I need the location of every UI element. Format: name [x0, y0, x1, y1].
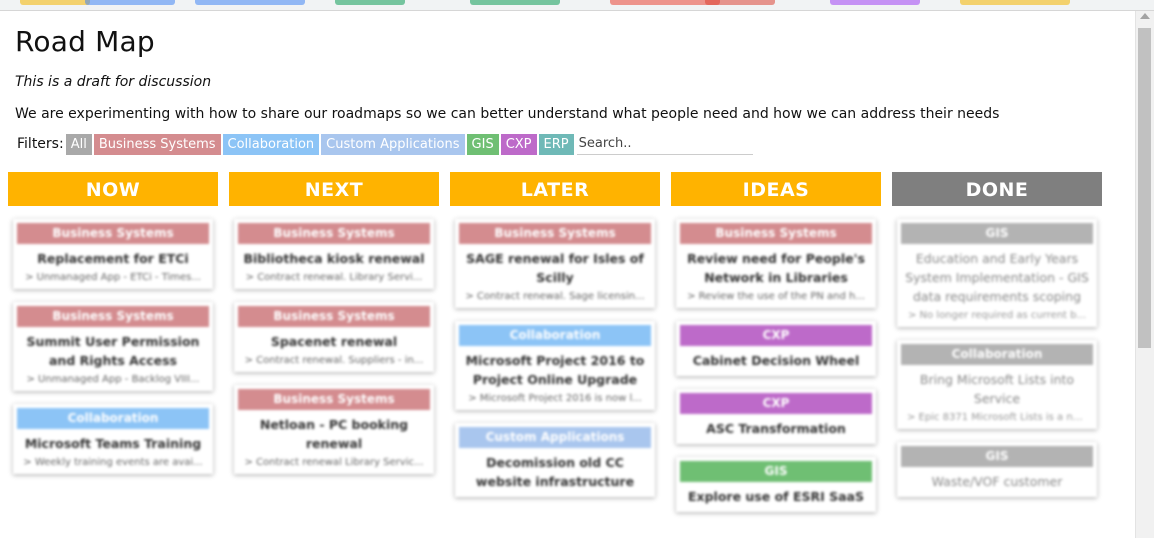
bookmark-item[interactable] [705, 0, 775, 5]
filter-chip-gis[interactable]: GIS [466, 133, 499, 155]
draft-note: This is a draft for discussion [15, 74, 212, 90]
card-title: Spacenet renewal [270, 334, 398, 349]
vertical-scrollbar[interactable] [1135, 11, 1154, 538]
roadmap-card[interactable]: Business Systems Summit User Permission a… [13, 302, 213, 391]
card-title: Cabinet Decision Wheel [692, 353, 860, 368]
roadmap-card[interactable]: Business Systems Netloan - PC booking ren… [234, 385, 434, 474]
filter-chip-cxp[interactable]: CXP [500, 133, 537, 155]
scroll-up-arrow-icon[interactable] [1140, 13, 1150, 19]
roadmap-card[interactable]: Business Systems Replacement for ETCi > Un… [13, 219, 213, 289]
roadmap-card[interactable]: GIS Explore use of ESRI SaaS [676, 457, 876, 512]
roadmap-card[interactable]: GIS Education and Early Years System Impl… [897, 219, 1097, 327]
column-now: NOW Business Systems Replacement for ETCi >… [8, 172, 218, 474]
bookmark-item[interactable] [85, 0, 175, 5]
column-header-done: DONE [892, 172, 1102, 206]
card-title: Microsoft Project 2016 to Project Online… [465, 353, 645, 387]
card-category: Business Systems [17, 306, 209, 327]
bookmark-item[interactable] [195, 0, 305, 5]
roadmap-card[interactable]: Business Systems Review need for People's… [676, 219, 876, 308]
card-title: Decomission old CC website infrastructur… [475, 455, 635, 489]
column-next: NEXT Business Systems Bibliotheca kiosk re… [229, 172, 439, 474]
roadmap-card[interactable]: Collaboration Bring Microsoft Lists into … [897, 340, 1097, 429]
column-header-ideas: IDEAS [671, 172, 881, 206]
card-category: Business Systems [238, 223, 430, 244]
page-title: Road Map [15, 25, 155, 58]
card-title: Explore use of ESRI SaaS [687, 489, 864, 504]
card-title: ASC Transformation [706, 421, 846, 436]
roadmap-card[interactable]: CXP ASC Transformation [676, 389, 876, 444]
card-category: Business Systems [238, 389, 430, 410]
filter-chips: All Business Systems Collaboration Custom A… [65, 133, 576, 155]
card-category: Collaboration [17, 408, 209, 429]
filter-chip-erp[interactable]: ERP [538, 133, 574, 155]
card-description: > Contract renewal. Library Servi... [245, 272, 423, 283]
bookmark-item[interactable] [20, 0, 90, 5]
card-title: Microsoft Teams Training [24, 436, 202, 451]
card-description: > Contract renewal. Suppliers - in... [244, 355, 424, 366]
card-title: Bring Microsoft Lists into Service [919, 372, 1075, 406]
intro-text: We are experimenting with how to share o… [15, 106, 1000, 122]
card-description: > Contract renewal Library Servic... [244, 457, 424, 468]
card-category: Collaboration [459, 325, 651, 346]
roadmap-card[interactable]: Business Systems SAGE renewal for Isles o… [455, 219, 655, 308]
filter-chip-business-systems[interactable]: Business Systems [93, 133, 221, 155]
roadmap-card[interactable]: Business Systems Spacenet renewal > Contra… [234, 302, 434, 372]
card-description: > Weekly training events are avai... [23, 457, 203, 468]
card-category: GIS [901, 446, 1093, 467]
filter-chip-collaboration[interactable]: Collaboration [222, 133, 320, 155]
card-description: > Epic 8371 Microsoft Lists is a ne... [907, 412, 1089, 423]
column-header-later: LATER [450, 172, 660, 206]
card-description: > Unmanaged App - ETCi - Times... [25, 272, 201, 283]
column-done: DONE GIS Education and Early Years System … [892, 172, 1102, 497]
bookmarks-bar [0, 0, 1154, 11]
card-category: CXP [680, 393, 872, 414]
roadmap-card[interactable]: GIS Waste/VOF customer [897, 442, 1097, 497]
roadmap-card[interactable]: Collaboration Microsoft Teams Training > W… [13, 404, 213, 474]
scroll-thumb[interactable] [1138, 28, 1151, 348]
card-title: Waste/VOF customer [931, 474, 1063, 489]
column-header-next: NEXT [229, 172, 439, 206]
card-description: > Review the use of the PN and h... [687, 291, 865, 302]
card-category: Business Systems [17, 223, 209, 244]
roadmap-card[interactable]: Collaboration Microsoft Project 2016 to P… [455, 321, 655, 410]
card-title: Bibliotheca kiosk renewal [243, 251, 425, 266]
roadmap-card[interactable]: Custom Applications Decomission old CC we… [455, 423, 655, 497]
filter-chip-all[interactable]: All [65, 133, 92, 155]
search-input[interactable] [576, 133, 753, 155]
card-title: Review need for People's Network in Libr… [687, 251, 865, 285]
card-category: GIS [901, 223, 1093, 244]
card-category: CXP [680, 325, 872, 346]
card-title: SAGE renewal for Isles of Scilly [466, 251, 644, 285]
bookmark-item[interactable] [610, 0, 720, 5]
card-category: Custom Applications [459, 427, 651, 448]
column-header-now: NOW [8, 172, 218, 206]
card-title: Netloan - PC booking renewal [259, 417, 409, 451]
bookmark-item[interactable] [960, 0, 1070, 5]
card-title: Summit User Permission and Rights Access [26, 334, 200, 368]
column-later: LATER Business Systems SAGE renewal for Is… [450, 172, 660, 497]
card-description: > Unmanaged App - Backlog VIII... [26, 374, 200, 385]
card-category: Collaboration [901, 344, 1093, 365]
filters-label: Filters: [17, 136, 64, 152]
roadmap-card[interactable]: CXP Cabinet Decision Wheel [676, 321, 876, 376]
bookmark-item[interactable] [335, 0, 405, 5]
card-title: Education and Early Years System Impleme… [905, 251, 1089, 304]
card-category: Business Systems [238, 306, 430, 327]
card-category: GIS [680, 461, 872, 482]
column-ideas: IDEAS Business Systems Review need for Peo… [671, 172, 881, 512]
bookmark-item[interactable] [470, 0, 560, 5]
filter-bar: Filters: All Business Systems Collaboratio… [15, 133, 1135, 155]
roadmap-card[interactable]: Business Systems Bibliotheca kiosk renewa… [234, 219, 434, 289]
bookmark-item[interactable] [830, 0, 920, 5]
card-description: > Contract renewal. Sage licensin... [465, 291, 645, 302]
card-description: > No longer required as current b... [907, 310, 1087, 321]
card-description: > Microsoft Project 2016 is now l... [468, 393, 642, 404]
page-content: Road Map This is a draft for discussion … [15, 11, 1135, 155]
card-category: Business Systems [680, 223, 872, 244]
card-title: Replacement for ETCi [37, 251, 189, 266]
card-category: Business Systems [459, 223, 651, 244]
filter-chip-custom-applications[interactable]: Custom Applications [321, 133, 465, 155]
